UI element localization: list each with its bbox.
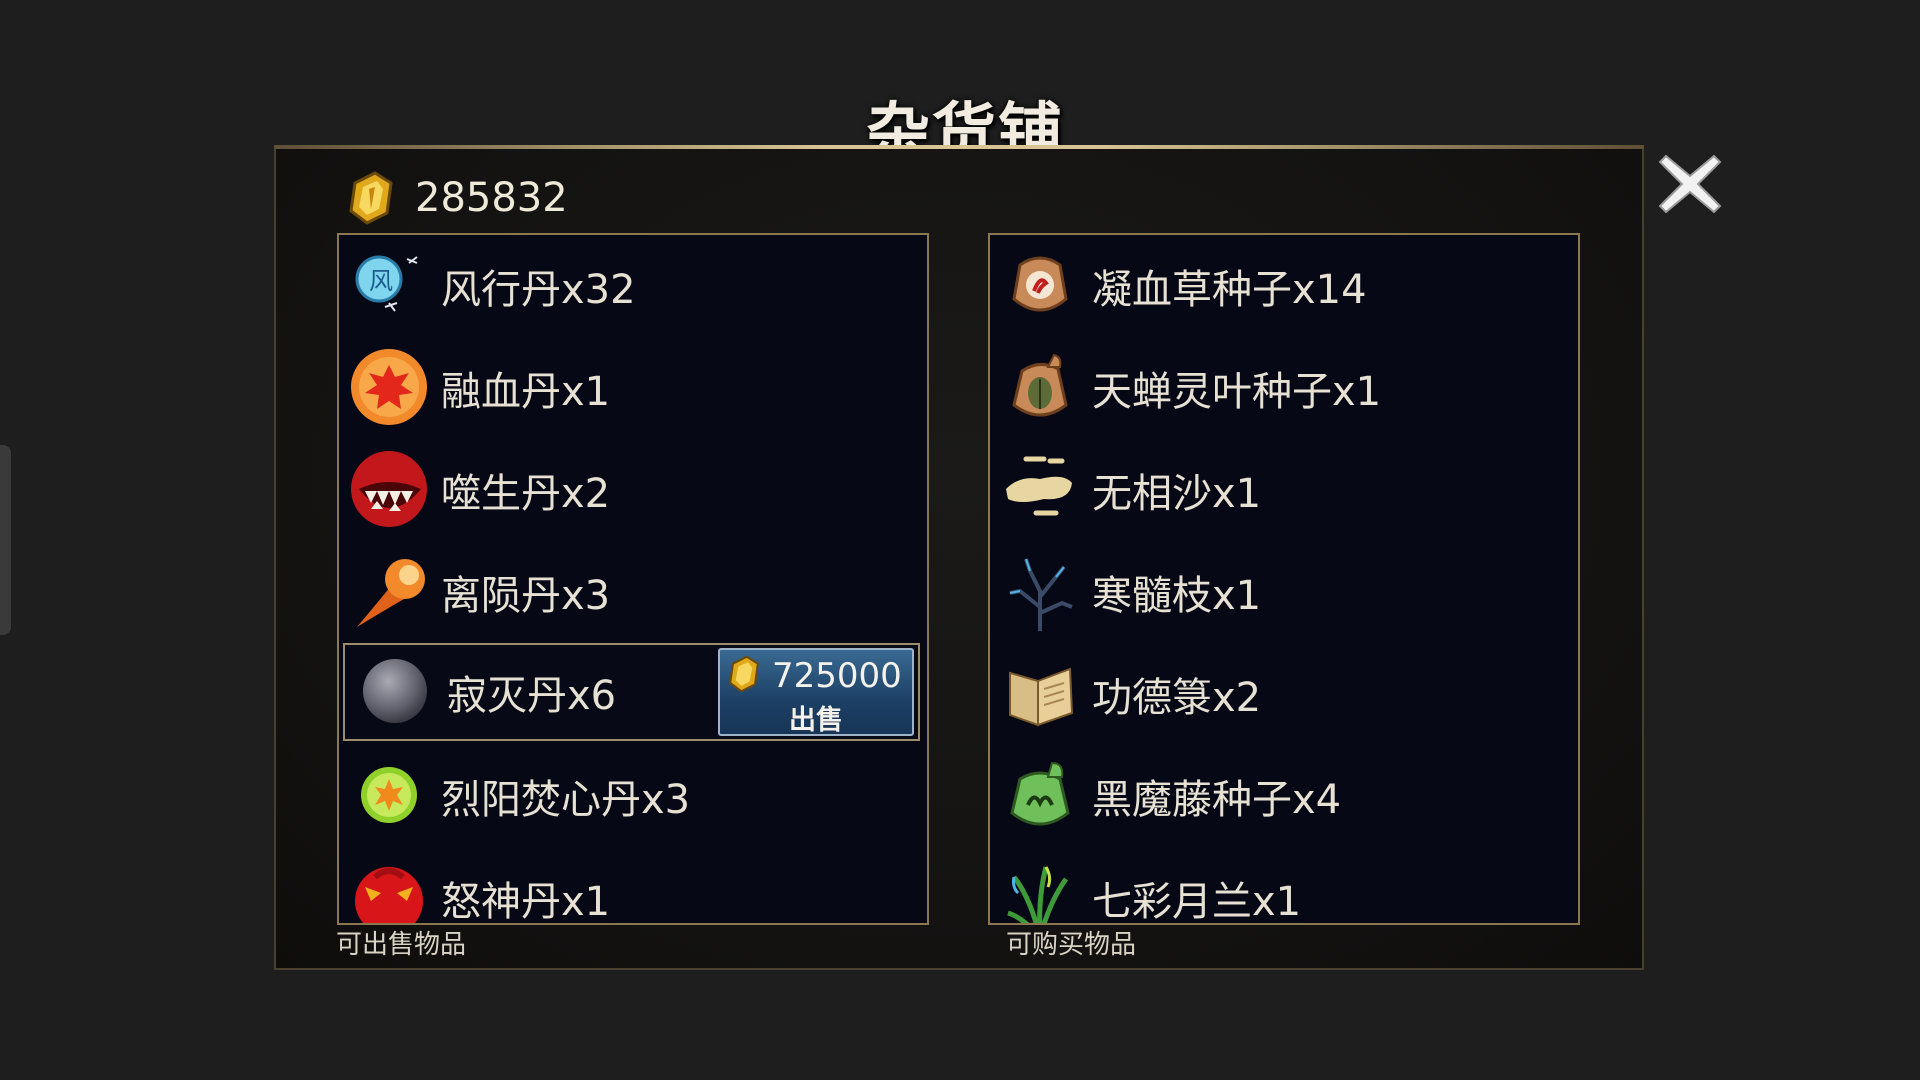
currency-amount: 285832 xyxy=(415,175,568,221)
orchid-icon xyxy=(1000,857,1082,923)
list-item[interactable]: 离陨丹x3 xyxy=(339,541,927,643)
list-item[interactable]: 凝血草种子x14 xyxy=(990,235,1578,337)
list-item[interactable]: 烈阳焚心丹x3 xyxy=(339,745,927,847)
list-item[interactable]: 寒髓枝x1 xyxy=(990,541,1578,643)
item-label: 无相沙x1 xyxy=(1092,471,1262,517)
list-item[interactable]: 无相沙x1 xyxy=(990,439,1578,541)
list-item-selected[interactable]: 寂灭丹x6 725000 出售 xyxy=(343,643,920,741)
item-label: 离陨丹x3 xyxy=(441,573,611,619)
branch-icon xyxy=(1000,551,1082,633)
item-label: 风行丹x32 xyxy=(441,267,636,313)
list-item[interactable]: 黑魔藤种子x4 xyxy=(990,745,1578,847)
list-item[interactable]: 天蝉灵叶种子x1 xyxy=(990,337,1578,439)
sell-button-label: 出售 xyxy=(789,705,843,736)
item-label: 黑魔藤种子x4 xyxy=(1092,777,1342,823)
item-label: 七彩月兰x1 xyxy=(1092,879,1302,925)
list-item[interactable]: 怒神丹x1 xyxy=(339,847,927,925)
sell-button[interactable]: 725000 出售 xyxy=(718,648,914,736)
item-label: 烈阳焚心丹x3 xyxy=(441,777,691,823)
currency-display: 285832 xyxy=(345,168,568,228)
item-label: 融血丹x1 xyxy=(441,369,611,415)
buy-list[interactable]: 凝血草种子x14 天蝉灵叶种子x1 无相沙x1 寒髓枝x1 功德箓x2 黑魔藤种… xyxy=(988,233,1580,925)
sand-icon xyxy=(1000,449,1082,531)
blood-pill-icon xyxy=(349,347,431,429)
buy-list-caption: 可购买物品 xyxy=(1006,930,1137,960)
gold-gem-icon xyxy=(726,654,762,698)
list-item[interactable]: 噬生丹x2 xyxy=(339,439,927,541)
svg-text:风: 风 xyxy=(369,267,393,295)
list-item[interactable]: 功德箓x2 xyxy=(990,643,1578,745)
gold-gem-icon xyxy=(349,171,393,225)
meteor-pill-icon xyxy=(349,551,431,633)
scroll-icon xyxy=(1000,653,1082,735)
sell-price: 725000 xyxy=(772,656,902,696)
cicada-seed-bag-icon xyxy=(1000,347,1082,429)
item-label: 噬生丹x2 xyxy=(441,471,611,517)
silence-pill-icon xyxy=(355,651,437,733)
green-seed-bag-icon xyxy=(1000,755,1082,837)
item-label: 功德箓x2 xyxy=(1092,675,1262,721)
item-label: 寒髓枝x1 xyxy=(1092,573,1262,619)
wind-pill-icon: 风 xyxy=(349,245,431,327)
item-label: 怒神丹x1 xyxy=(441,879,611,925)
seed-bag-icon xyxy=(1000,245,1082,327)
devour-pill-icon xyxy=(349,449,431,531)
list-item[interactable]: 七彩月兰x1 xyxy=(990,847,1578,925)
sell-list-caption: 可出售物品 xyxy=(336,930,467,960)
item-label: 天蝉灵叶种子x1 xyxy=(1092,369,1382,415)
close-icon xyxy=(1658,154,1722,214)
sell-list[interactable]: 风 风行丹x32 融血丹x1 噬生丹x2 离陨丹x3 寂灭丹x6 725000 … xyxy=(337,233,929,925)
close-button[interactable] xyxy=(1652,146,1728,222)
list-item[interactable]: 风 风行丹x32 xyxy=(339,235,927,337)
side-drawer-tab[interactable] xyxy=(0,445,11,635)
list-item[interactable]: 融血丹x1 xyxy=(339,337,927,439)
item-label: 寂灭丹x6 xyxy=(447,673,617,719)
wrath-pill-icon xyxy=(349,857,431,923)
item-label: 凝血草种子x14 xyxy=(1092,267,1367,313)
sun-pill-icon xyxy=(349,755,431,837)
